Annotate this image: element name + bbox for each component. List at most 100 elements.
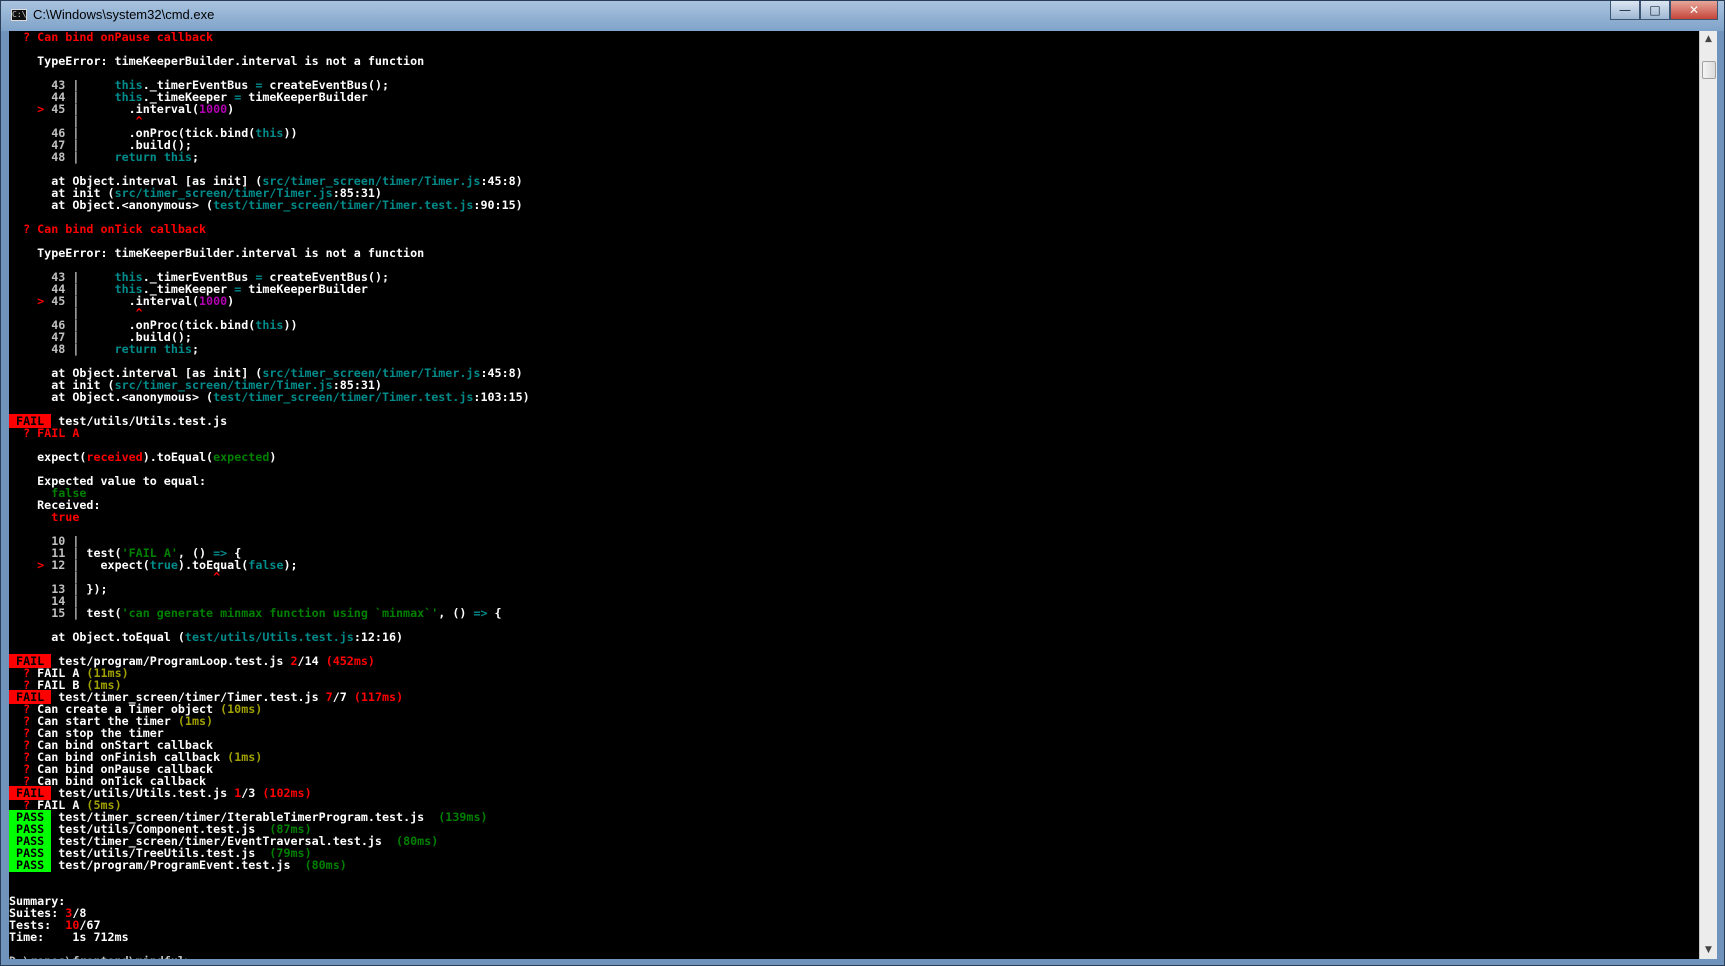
console-text: this [255, 126, 284, 140]
console-text: expect( [9, 450, 87, 464]
console-line: at Object.<anonymous> (test/timer_screen… [9, 391, 1699, 403]
console-text: _ [192, 954, 199, 959]
console-text: 1000 [199, 102, 228, 116]
console-line: Suites: 3/8 [9, 907, 1699, 919]
console-line: ? FAIL A [9, 427, 1699, 439]
pass-badge: PASS [9, 858, 52, 872]
console-text: { [487, 606, 502, 620]
console-text: (10ms) [220, 702, 263, 716]
console-text: ).toEqual( [142, 450, 214, 464]
console-text: ^ [213, 570, 221, 584]
console-text: /14 [297, 654, 326, 668]
console-text: :45:8) [480, 366, 523, 380]
minimize-button[interactable]: — [1610, 1, 1640, 20]
console-text: /7 [332, 690, 354, 704]
console-text: ); [283, 558, 298, 572]
console-line: PASS test/program/ProgramEvent.test.js (… [9, 858, 1699, 872]
console-output[interactable]: ? Can bind onPause callback TypeError: t… [9, 31, 1699, 959]
console-text: test/timer_screen/timer/Timer.test.js [213, 198, 474, 212]
console-line: ? Can stop the timer [9, 727, 1699, 739]
console-lines: ? Can bind onPause callback TypeError: t… [9, 31, 1699, 959]
console-line: FAIL test/utils/Utils.test.js 1/3 (102ms… [9, 786, 1699, 800]
maximize-button[interactable]: □ [1640, 1, 1670, 20]
console-text: test( [86, 606, 122, 620]
console-line: 15 | test('can generate minmax function … [9, 607, 1699, 619]
console-text: ProgramLoop.test.js [149, 654, 291, 668]
console-text: :103:15) [473, 390, 530, 404]
console-text: at Object.toEqual ( [9, 630, 185, 644]
console-text: 1000 [199, 294, 228, 308]
terminal-icon: C:\ [11, 9, 27, 21]
console-line: 47 | .build(); [9, 331, 1699, 343]
console-text: at Object.<anonymous> ( [9, 390, 214, 404]
console-text: (1ms) [227, 750, 263, 764]
console-text: ? FAIL A [9, 426, 80, 440]
console-text: true [9, 510, 80, 524]
console-line: 44 | this._timeKeeper = timeKeeperBuilde… [9, 91, 1699, 103]
console-text: ProgramEvent.test.js [149, 858, 298, 872]
console-text: 7 [325, 690, 333, 704]
window-title: C:\Windows\system32\cmd.exe [33, 7, 215, 22]
console-text: expected [213, 450, 270, 464]
console-line: FAIL test/utils/Utils.test.js [9, 414, 1699, 428]
console-line: D:\repos\frontend\mindful>_ [9, 955, 1699, 959]
console-text: 48 | [9, 342, 115, 356]
console-line: 13 | }); [9, 583, 1699, 595]
console-text: ? Can bind onTick callback [9, 222, 207, 236]
console-text: TypeError: timeKeeperBuilder.interval is… [9, 54, 425, 68]
console-line: FAIL test/program/ProgramLoop.test.js 2/… [9, 654, 1699, 668]
scroll-thumb[interactable] [1702, 61, 1716, 79]
close-button[interactable]: ✕ [1670, 1, 1718, 20]
console-line: TypeError: timeKeeperBuilder.interval is… [9, 247, 1699, 259]
console-text: D:\repos\frontend\mindful> [9, 954, 192, 959]
console-text: :12:16) [353, 630, 404, 644]
console-line: ? Can bind onStart callback [9, 739, 1699, 751]
console-line: at Object.toEqual (test/utils/Utils.test… [9, 631, 1699, 643]
console-text: timeKeeperBuilder [241, 90, 368, 104]
console-text: at Object.<anonymous> ( [9, 198, 214, 212]
console-line: 46 | .onProc(tick.bind(this)) [9, 319, 1699, 331]
console-line: 47 | .build(); [9, 139, 1699, 151]
console-text: test/timer_screen/timer/Timer.test.js [213, 390, 474, 404]
console-text: Utils.test.js [135, 786, 235, 800]
title-bar[interactable]: C:\ C:\Windows\system32\cmd.exe — □ ✕ [1, 1, 1724, 31]
console-text: (80ms) [389, 834, 439, 848]
console-text: /3 [241, 786, 263, 800]
scroll-down-arrow-icon[interactable]: ▼ [1700, 942, 1717, 959]
console-line: ? Can bind onPause callback [9, 763, 1699, 775]
console-text: test/utils/Utils.test.js [184, 630, 354, 644]
console-text: test/program/ [51, 858, 150, 872]
console-text: ) [227, 102, 235, 116]
console-text: }); [86, 582, 108, 596]
console-text: 'can generate minmax function using `min… [121, 606, 439, 620]
console-text: ; [191, 342, 200, 356]
console-line: ? FAIL A (11ms) [9, 667, 1699, 679]
console-line: > 12 | expect(true).toEqual(false); [9, 559, 1699, 571]
console-text: (139ms) [431, 810, 488, 824]
console-line: at Object.<anonymous> (test/timer_screen… [9, 199, 1699, 211]
console-text: this [255, 318, 284, 332]
console-text: => [473, 606, 488, 620]
vertical-scrollbar[interactable]: ▲ ▼ [1699, 31, 1717, 959]
console-line: Tests: 10/67 [9, 919, 1699, 931]
console-text: :90:15) [473, 198, 523, 212]
scroll-up-arrow-icon[interactable]: ▲ [1700, 31, 1717, 48]
console-text: 15 | [9, 606, 87, 620]
console-line: Received: [9, 499, 1699, 511]
console-line: > 45 | .interval(1000) [9, 103, 1699, 115]
console-text: (102ms) [262, 786, 312, 800]
console-line: Expected value to equal: [9, 475, 1699, 487]
console-text: 2 [290, 654, 298, 668]
console-text: (452ms) [325, 654, 375, 668]
console-text: (117ms) [353, 690, 404, 704]
console-line: 10 | [9, 535, 1699, 547]
console-line: TypeError: timeKeeperBuilder.interval is… [9, 55, 1699, 67]
console-line: 44 | this._timeKeeper = timeKeeperBuilde… [9, 283, 1699, 295]
console-text: Time: 1s 712ms [9, 930, 129, 944]
console-text: :45:8) [480, 174, 523, 188]
